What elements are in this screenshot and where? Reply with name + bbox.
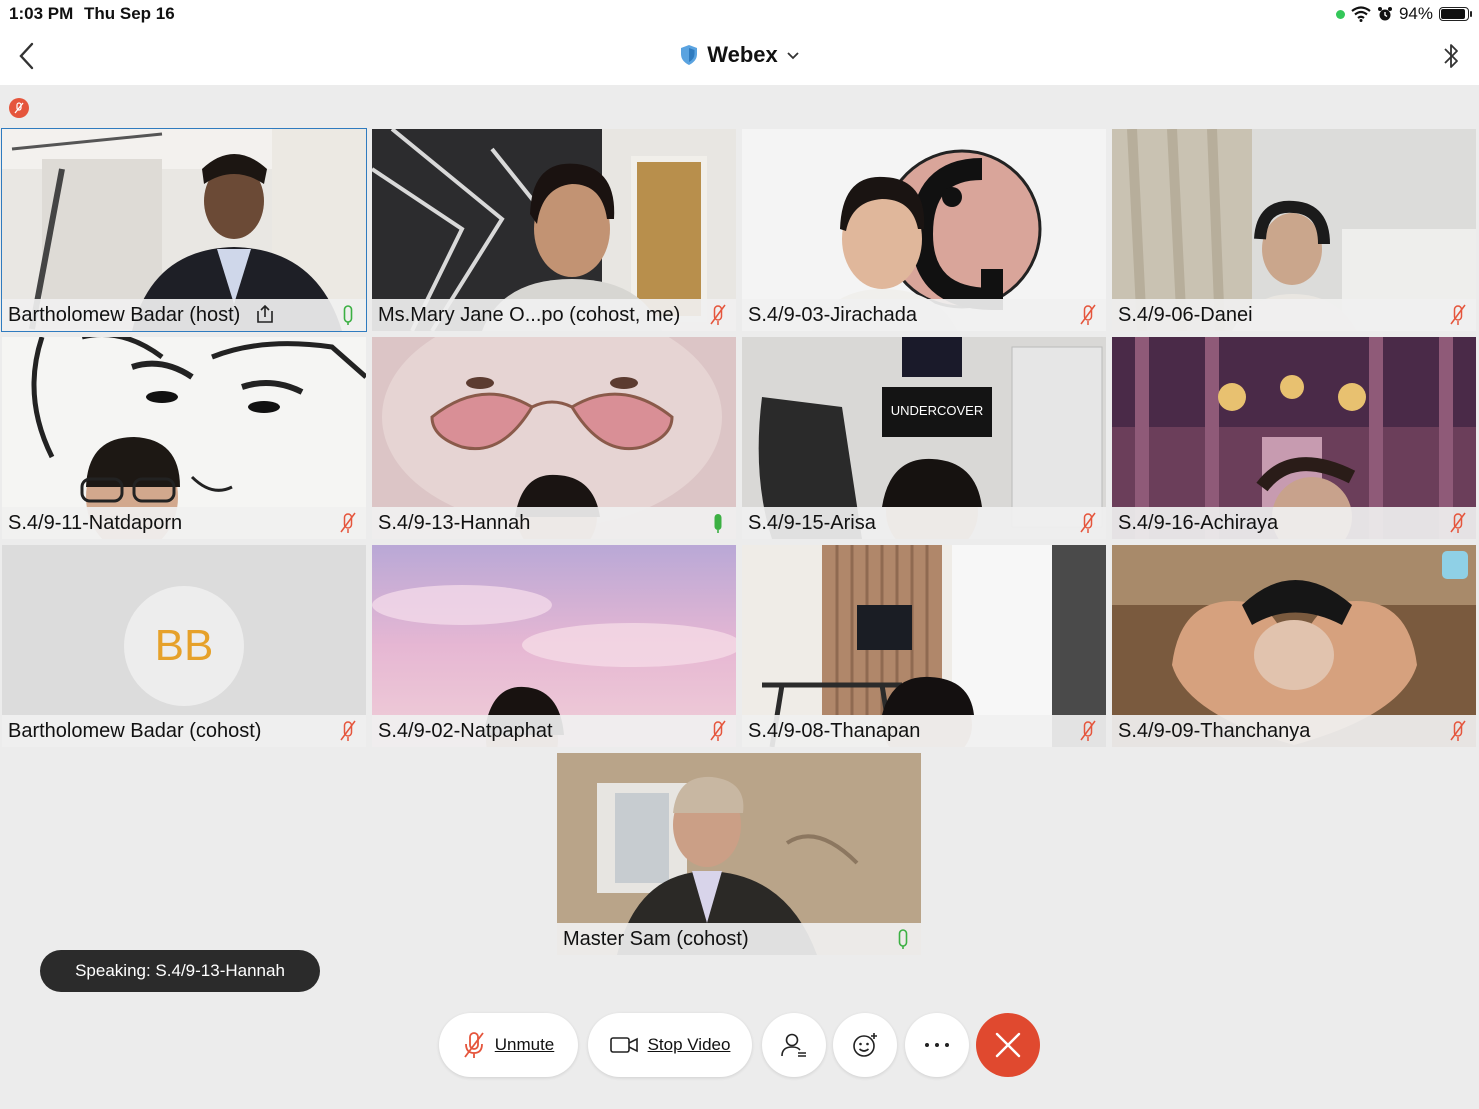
reactions-icon [853, 1033, 877, 1057]
stop-video-label: Stop Video [647, 1035, 731, 1054]
mic-muted-icon [340, 720, 356, 741]
participant-tile[interactable]: S.4/9-16-Achiraya [1112, 337, 1476, 539]
tile-label-bar: S.4/9-03-Jirachada [742, 299, 1106, 331]
battery-icon [1439, 7, 1472, 21]
participant-tile[interactable]: S.4/9-11-Natdaporn [2, 337, 366, 539]
participant-name: S.4/9-15-Arisa [748, 512, 876, 534]
mic-muted-icon [1450, 512, 1466, 533]
tile-label-bar: Ms.Mary Jane O...po (cohost, me) [372, 299, 736, 331]
stop-video-button[interactable]: Stop Video [588, 1013, 752, 1077]
mic-muted-icon [1080, 720, 1096, 741]
mic-muted-icon [710, 720, 726, 741]
participant-name: S.4/9-16-Achiraya [1118, 512, 1279, 534]
avatar: BB [124, 586, 244, 706]
mic-muted-icon [14, 102, 24, 114]
participant-tile[interactable]: S.4/9-09-Thanchanya [1112, 545, 1476, 747]
mic-muted-icon [340, 512, 356, 533]
unmute-label: Unmute [494, 1035, 555, 1054]
wifi-icon [1351, 6, 1371, 22]
chevron-down-icon [787, 52, 799, 60]
participant-tile[interactable]: S.4/9-13-Hannah [372, 337, 736, 539]
more-icon [925, 1043, 949, 1047]
participants-icon [781, 1033, 806, 1057]
mic-muted-icon [1080, 512, 1096, 533]
unmute-button[interactable]: Unmute [439, 1013, 578, 1077]
participant-name: S.4/9-09-Thanchanya [1118, 720, 1311, 742]
participant-tile[interactable]: S.4/9-02-Natpaphat [372, 545, 736, 747]
tile-label-bar: Bartholomew Badar (host) [2, 299, 366, 331]
video-camera-icon [609, 1037, 638, 1053]
reactions-button[interactable] [833, 1013, 897, 1077]
status-right: 94% [1335, 4, 1472, 24]
participants-button[interactable] [762, 1013, 826, 1077]
participant-tile[interactable]: UNDERCOVER S.4/9-15-Arisa [742, 337, 1106, 539]
tile-label-bar: S.4/9-11-Natdaporn [2, 507, 366, 539]
participant-tile[interactable]: Bartholomew Badar (host) [1, 128, 367, 332]
tile-label-bar: S.4/9-09-Thanchanya [1112, 715, 1476, 747]
participant-tile[interactable]: S.4/9-06-Danei [1112, 129, 1476, 331]
status-date: Thu Sep 16 [84, 4, 175, 23]
status-time: 1:03 PM [9, 4, 74, 23]
status-bar: 1:03 PM Thu Sep 16 94% [0, 0, 1479, 28]
mic-on-icon [343, 305, 353, 325]
participant-name: Ms.Mary Jane O...po (cohost, me) [378, 304, 681, 326]
tile-label-bar: S.4/9-08-Thanapan [742, 715, 1106, 747]
participant-name: S.4/9-11-Natdaporn [8, 512, 183, 534]
participant-name: S.4/9-06-Danei [1118, 304, 1253, 326]
mic-muted-icon [1080, 304, 1096, 325]
alarm-icon [1377, 7, 1392, 21]
participant-name: S.4/9-13-Hannah [378, 512, 531, 534]
tile-label-bar: S.4/9-13-Hannah [372, 507, 736, 539]
participant-tile[interactable]: Master Sam (cohost) [557, 753, 921, 955]
participant-tile[interactable]: BB Bartholomew Badar (cohost) [2, 545, 366, 747]
speaking-toast: Speaking: S.4/9-13-Hannah [40, 950, 320, 992]
meeting-title-dropdown[interactable]: Webex [0, 42, 1479, 68]
tile-label-bar: S.4/9-16-Achiraya [1112, 507, 1476, 539]
participant-name: Bartholomew Badar (cohost) [8, 720, 262, 742]
participant-name: S.4/9-02-Natpaphat [378, 720, 553, 742]
mic-on-icon [714, 514, 722, 533]
self-muted-badge [9, 98, 29, 118]
shield-icon [681, 45, 698, 65]
share-icon [257, 304, 273, 323]
battery-percent: 94% [1398, 4, 1433, 23]
tile-label-bar: S.4/9-15-Arisa [742, 507, 1106, 539]
end-call-icon [995, 1032, 1021, 1058]
tile-label-bar: S.4/9-02-Natpaphat [372, 715, 736, 747]
participant-name: Bartholomew Badar (host) [8, 304, 241, 326]
participant-name: S.4/9-03-Jirachada [748, 304, 917, 326]
participant-tile[interactable]: S.4/9-03-Jirachada [742, 129, 1106, 331]
tile-label-bar: Master Sam (cohost) [557, 923, 921, 955]
mic-on-icon [898, 929, 908, 949]
more-options-button[interactable] [905, 1013, 969, 1077]
header: Webex [0, 28, 1479, 85]
participant-tile[interactable]: Ms.Mary Jane O...po (cohost, me) [372, 129, 736, 331]
participant-name: S.4/9-08-Thanapan [748, 720, 921, 742]
bluetooth-icon[interactable] [1439, 40, 1463, 72]
mic-muted-icon [1450, 304, 1466, 325]
participant-name: Master Sam (cohost) [563, 928, 749, 950]
mic-muted-icon [710, 304, 726, 325]
mic-muted-icon [464, 1032, 484, 1058]
page-title: Webex [707, 42, 778, 67]
svg-text:UNDERCOVER: UNDERCOVER [891, 403, 983, 418]
end-call-button[interactable] [976, 1013, 1040, 1077]
tile-label-bar: S.4/9-06-Danei [1112, 299, 1476, 331]
mic-muted-icon [1450, 720, 1466, 741]
mic-in-use-indicator [1335, 9, 1345, 19]
tile-label-bar: Bartholomew Badar (cohost) [2, 715, 366, 747]
participant-tile[interactable]: S.4/9-08-Thanapan [742, 545, 1106, 747]
